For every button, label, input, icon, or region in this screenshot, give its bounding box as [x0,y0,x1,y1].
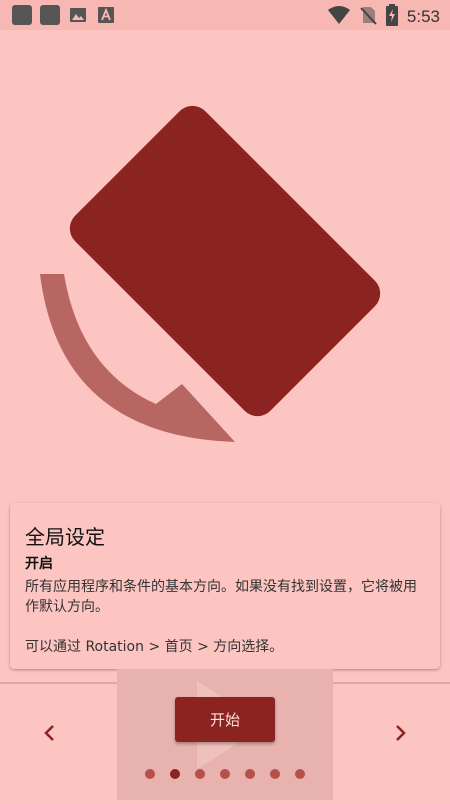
page-dot[interactable] [145,769,155,779]
image-icon [68,5,88,25]
rotation-illustration [0,30,450,500]
app-square-icon [40,5,60,25]
start-button[interactable]: 开始 [175,697,275,742]
status-bar-system: 5:53 [327,4,440,30]
page-indicator [145,769,305,779]
status-bar-notifications [12,5,116,25]
previous-page-button[interactable] [35,720,65,750]
card-subtitle: 开启 [25,556,53,572]
card-description: 所有应用程序和条件的基本方向。如果没有找到设置，它将被用作默认方向。 [25,579,417,615]
page-dot[interactable] [170,769,180,779]
no-sim-icon [359,5,377,29]
page-dot[interactable] [270,769,280,779]
card-title: 全局设定 [25,525,105,549]
card-hint: 可以通过 Rotation > 首页 > 方向选择。 [25,639,284,655]
wifi-icon [327,5,351,29]
next-page-button[interactable] [385,720,415,750]
status-time: 5:53 [406,7,440,26]
chevron-right-icon [393,724,407,746]
battery-charging-icon [385,4,399,30]
chevron-left-icon [43,724,57,746]
font-icon [96,5,116,25]
page-dot[interactable] [195,769,205,779]
page-dot[interactable] [245,769,255,779]
page-dot[interactable] [220,769,230,779]
page-dot[interactable] [295,769,305,779]
status-bar: 5:53 [0,0,450,30]
app-square-icon [12,5,32,25]
global-settings-card: 全局设定 开启 所有应用程序和条件的基本方向。如果没有找到设置，它将被用作默认方… [10,503,440,669]
